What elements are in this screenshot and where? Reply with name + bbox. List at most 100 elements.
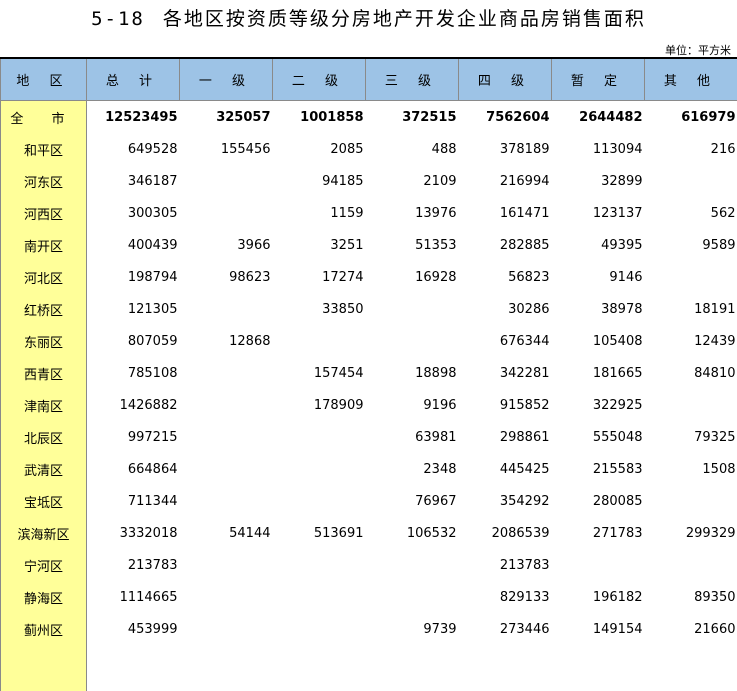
table-row: 蓟州区453999973927344614915421660 — [1, 613, 737, 645]
table-cell: 299329 — [645, 517, 737, 549]
table-cell: 213783 — [459, 549, 552, 581]
table-cell: 76967 — [366, 485, 459, 517]
table-title: 各地区按资质等级分房地产开发企业商品房销售面积 — [163, 8, 646, 30]
table-cell — [180, 165, 273, 197]
table-cell: 51353 — [366, 229, 459, 261]
table-cell — [180, 485, 273, 517]
table-cell — [273, 549, 366, 581]
table-cell: 18191 — [645, 293, 737, 325]
table-cell: 16928 — [366, 261, 459, 293]
table-cell — [180, 293, 273, 325]
table-cell: 915852 — [459, 389, 552, 421]
table-cell: 9589 — [645, 229, 737, 261]
table-row: 西青区7851081574541889834228118166584810 — [1, 357, 737, 389]
column-header: 其 他 — [645, 59, 737, 101]
table-cell: 997215 — [87, 421, 180, 453]
table-cell: 13976 — [366, 197, 459, 229]
table-cell — [180, 357, 273, 389]
empty-cell — [459, 645, 552, 691]
empty-cell — [1, 645, 87, 691]
table-cell: 2085 — [273, 133, 366, 165]
table-cell — [180, 453, 273, 485]
table-row: 南开区4004393966325151353282885493959589 — [1, 229, 737, 261]
table-cell — [273, 421, 366, 453]
table-cell: 453999 — [87, 613, 180, 645]
region-name: 津南区 — [1, 389, 87, 421]
table-cell: 12868 — [180, 325, 273, 357]
table-cell — [180, 197, 273, 229]
table-cell: 271783 — [552, 517, 645, 549]
table-cell: 63981 — [366, 421, 459, 453]
table-cell: 3251 — [273, 229, 366, 261]
table-cell: 346187 — [87, 165, 180, 197]
header-row: 地 区 总 计 一 级 二 级 三 级 四 级 暂 定 其 他 — [1, 59, 737, 101]
column-header: 一 级 — [180, 59, 273, 101]
table-number: 5-18 — [91, 8, 145, 30]
table-cell — [645, 549, 737, 581]
table-cell: 2348 — [366, 453, 459, 485]
empty-cell — [273, 645, 366, 691]
table-cell: 196182 — [552, 581, 645, 613]
table-cell: 282885 — [459, 229, 552, 261]
table-cell: 273446 — [459, 613, 552, 645]
table-cell: 616979 — [645, 101, 737, 134]
region-name: 河北区 — [1, 261, 87, 293]
table-cell: 1114665 — [87, 581, 180, 613]
table-cell: 300305 — [87, 197, 180, 229]
table-cell: 325057 — [180, 101, 273, 134]
table-cell — [366, 581, 459, 613]
table-cell: 807059 — [87, 325, 180, 357]
table-cell — [366, 549, 459, 581]
table-cell: 562 — [645, 197, 737, 229]
table-cell: 649528 — [87, 133, 180, 165]
region-name: 宝坻区 — [1, 485, 87, 517]
table-cell — [366, 293, 459, 325]
table-row: 滨海新区333201854144513691106532208653927178… — [1, 517, 737, 549]
table-cell: 322925 — [552, 389, 645, 421]
table-cell: 354292 — [459, 485, 552, 517]
region-name: 滨海新区 — [1, 517, 87, 549]
table-cell — [273, 613, 366, 645]
table-cell: 113094 — [552, 133, 645, 165]
table-cell: 21660 — [645, 613, 737, 645]
table-cell: 30286 — [459, 293, 552, 325]
column-header: 四 级 — [459, 59, 552, 101]
table-cell: 513691 — [273, 517, 366, 549]
column-header: 二 级 — [273, 59, 366, 101]
table-cell: 161471 — [459, 197, 552, 229]
region-name: 和平区 — [1, 133, 87, 165]
table-cell: 9146 — [552, 261, 645, 293]
column-header: 总 计 — [87, 59, 180, 101]
region-name: 北辰区 — [1, 421, 87, 453]
table-cell: 12439 — [645, 325, 737, 357]
table-cell — [366, 325, 459, 357]
table-cell: 33850 — [273, 293, 366, 325]
table-cell: 2109 — [366, 165, 459, 197]
table-cell: 98623 — [180, 261, 273, 293]
table-cell: 198794 — [87, 261, 180, 293]
table-cell: 79325 — [645, 421, 737, 453]
table-cell: 149154 — [552, 613, 645, 645]
table-cell — [645, 261, 737, 293]
table-cell — [645, 165, 737, 197]
table-cell: 1508 — [645, 453, 737, 485]
table-row: 静海区111466582913319618289350 — [1, 581, 737, 613]
table-cell: 106532 — [366, 517, 459, 549]
table-cell: 676344 — [459, 325, 552, 357]
table-cell: 178909 — [273, 389, 366, 421]
region-name: 东丽区 — [1, 325, 87, 357]
table-cell: 17274 — [273, 261, 366, 293]
table-cell: 445425 — [459, 453, 552, 485]
table-cell: 7562604 — [459, 101, 552, 134]
data-table: 地 区 总 计 一 级 二 级 三 级 四 级 暂 定 其 他 全 市12523… — [0, 59, 737, 691]
table-row: 宝坻区71134476967354292280085 — [1, 485, 737, 517]
table-cell: 123137 — [552, 197, 645, 229]
table-cell — [273, 485, 366, 517]
region-name: 西青区 — [1, 357, 87, 389]
table-cell — [273, 453, 366, 485]
region-name: 河东区 — [1, 165, 87, 197]
table-cell: 54144 — [180, 517, 273, 549]
table-cell: 32899 — [552, 165, 645, 197]
table-cell: 12523495 — [87, 101, 180, 134]
table-cell: 711344 — [87, 485, 180, 517]
